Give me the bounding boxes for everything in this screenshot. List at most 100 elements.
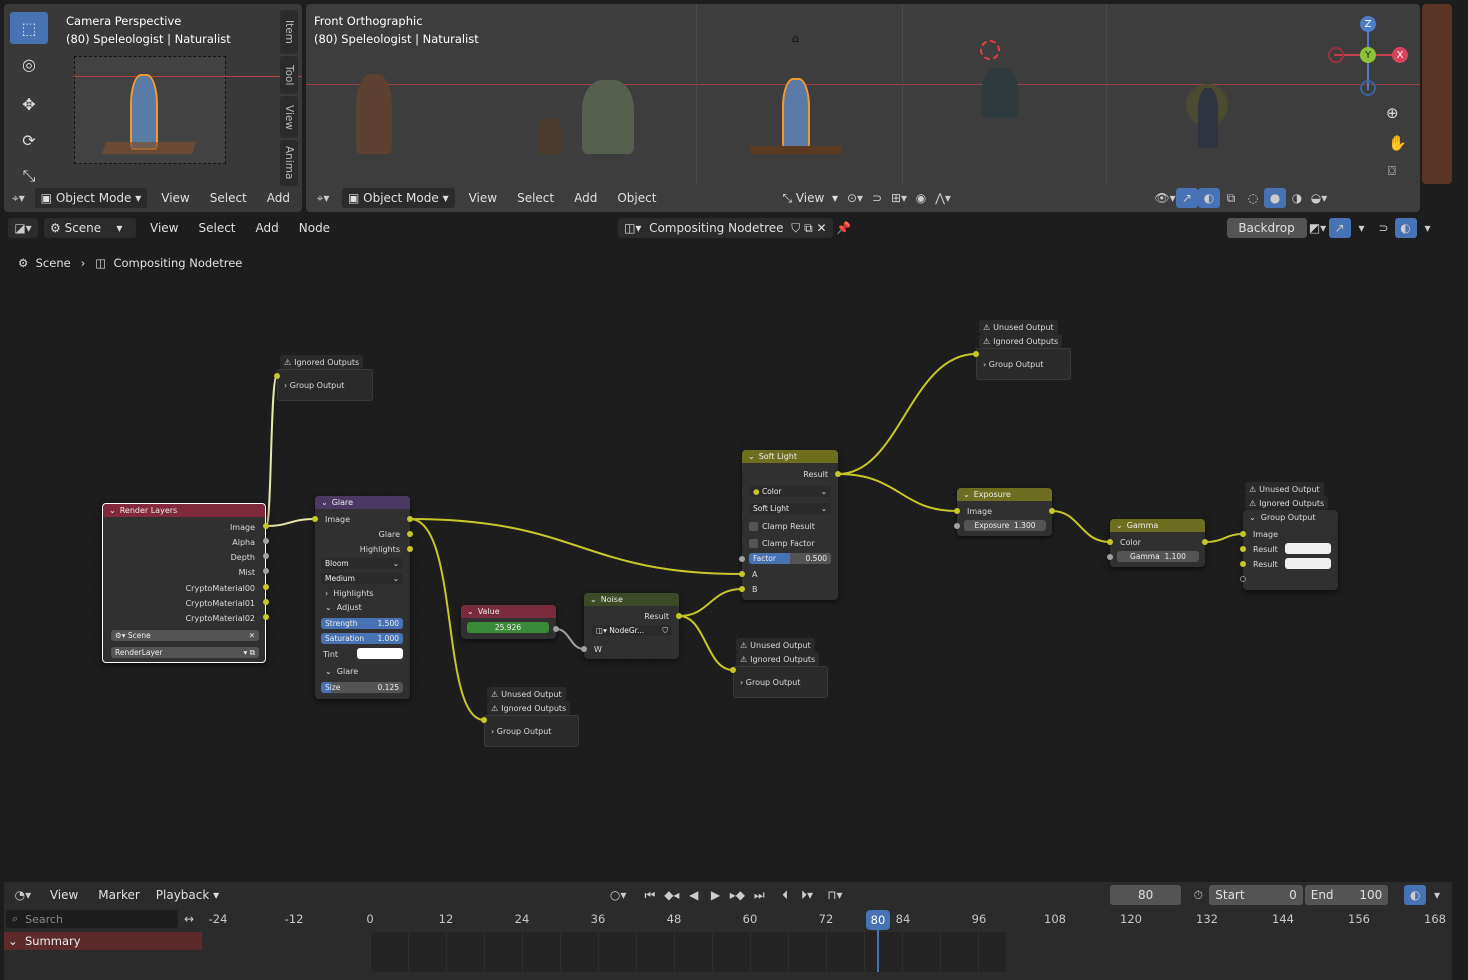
- gamma-out-socket[interactable]: [1202, 539, 1208, 545]
- rl-crypto00-socket[interactable]: [263, 584, 269, 590]
- glare-node[interactable]: ⌄ Glare Image Glare Highlights Bloom ⌄ Med…: [315, 496, 410, 699]
- render-scene-field[interactable]: ⚙▾ Scene ✕: [111, 630, 259, 641]
- noise-group-field[interactable]: ◫▾ NodeGr... ⛉: [592, 625, 672, 636]
- gamma-param-socket[interactable]: [1107, 554, 1113, 560]
- timeline-menu-playback[interactable]: Playback ▾: [149, 885, 226, 905]
- soft-light-b-socket[interactable]: [739, 586, 745, 592]
- soft-light-blend-select[interactable]: Soft Light ⌄: [749, 503, 831, 514]
- rl-image-socket[interactable]: [263, 523, 269, 529]
- soft-light-out-socket[interactable]: [835, 471, 841, 477]
- exposure-param-socket[interactable]: [954, 523, 960, 529]
- rl-crypto02-socket[interactable]: [263, 614, 269, 620]
- noise-in-w-socket[interactable]: [581, 646, 587, 652]
- soft-light-factor-socket[interactable]: [739, 556, 745, 562]
- value-field[interactable]: 25.926: [467, 622, 549, 633]
- record-icon[interactable]: ○▾: [607, 885, 629, 905]
- soft-light-a-socket[interactable]: [739, 571, 745, 577]
- glare-out-image-socket[interactable]: [407, 516, 413, 522]
- gamma-in-socket[interactable]: [1107, 539, 1113, 545]
- rl-depth-socket[interactable]: [263, 553, 269, 559]
- filter-swap-icon[interactable]: ↔: [178, 910, 200, 928]
- final-image-socket[interactable]: [1240, 531, 1246, 537]
- render-layers-node[interactable]: ⌄ Render Layers Image Alpha Depth Mist Cr…: [102, 503, 266, 663]
- group-output-node-1[interactable]: › Group Output: [277, 369, 373, 401]
- playhead[interactable]: 80: [866, 910, 890, 930]
- next-keyframe-icon[interactable]: ▸◆: [726, 885, 748, 905]
- value-header[interactable]: ⌄ Value: [461, 605, 556, 618]
- group-output-2-socket[interactable]: [481, 717, 487, 723]
- final-group-output-node[interactable]: ⌄ Group Output Image Result Result: [1243, 510, 1338, 590]
- play-reverse-icon[interactable]: ◀: [683, 885, 705, 905]
- glare-highlights-panel[interactable]: › Highlights: [315, 587, 410, 599]
- timeline-editor-icon[interactable]: ◔▾: [8, 885, 38, 905]
- glare-in-image-socket[interactable]: [312, 516, 318, 522]
- soft-light-header[interactable]: ⌄ Soft Light: [742, 450, 838, 463]
- gamma-node[interactable]: ⌄ Gamma Color Gamma 1.100: [1110, 519, 1205, 567]
- exposure-in-socket[interactable]: [954, 508, 960, 514]
- final-empty-socket[interactable]: [1240, 576, 1246, 582]
- soft-light-node[interactable]: ⌄ Soft Light Result ● Color ⌄ Soft Light ⌄ …: [742, 450, 838, 600]
- glare-quality-select[interactable]: Medium ⌄: [321, 573, 403, 584]
- rl-crypto01-socket[interactable]: [263, 599, 269, 605]
- final-result-2-socket[interactable]: [1240, 561, 1246, 567]
- timeline-menu-view[interactable]: View: [50, 888, 78, 902]
- prev-frame-icon[interactable]: ⏴: [774, 885, 796, 905]
- glare-adjust-panel[interactable]: ⌄ Adjust: [315, 601, 410, 613]
- glare-tint-swatch[interactable]: [357, 648, 403, 659]
- exposure-header[interactable]: ⌄ Exposure: [957, 488, 1052, 501]
- group-output-node-4[interactable]: › Group Output: [976, 348, 1071, 380]
- noise-node[interactable]: ⌄ Noise Result ◫▾ NodeGr... ⛉ W: [584, 593, 679, 659]
- jump-start-icon[interactable]: ⏮: [639, 885, 661, 905]
- glare-out-glare-socket[interactable]: [407, 531, 413, 537]
- clamp-factor-row[interactable]: Clamp Factor: [742, 537, 838, 549]
- value-out-socket[interactable]: [553, 626, 559, 632]
- summary-row[interactable]: ⌄ Summary: [4, 932, 202, 950]
- exposure-out-socket[interactable]: [1049, 508, 1055, 514]
- stopwatch-icon[interactable]: ⏱: [1187, 885, 1209, 905]
- glare-saturation-field[interactable]: Saturation 1.000: [321, 633, 403, 644]
- start-frame-field[interactable]: Start 0: [1209, 885, 1303, 905]
- rl-mist-socket[interactable]: [263, 568, 269, 574]
- glare-size-field[interactable]: Size 0.125: [321, 682, 403, 693]
- glare-glare-panel[interactable]: ⌄ Glare: [315, 665, 410, 677]
- noise-header[interactable]: ⌄ Noise: [584, 593, 679, 606]
- group-output-4-socket[interactable]: [973, 351, 979, 357]
- play-icon[interactable]: ▶: [705, 885, 727, 905]
- final-result-2-swatch[interactable]: [1285, 558, 1331, 569]
- final-result-1-socket[interactable]: [1240, 546, 1246, 552]
- glare-type-select[interactable]: Bloom ⌄: [321, 558, 403, 569]
- exposure-node[interactable]: ⌄ Exposure Image Exposure 1.300: [957, 488, 1052, 536]
- glare-header[interactable]: ⌄ Glare: [315, 496, 410, 509]
- end-frame-field[interactable]: End 100: [1304, 885, 1389, 905]
- rl-alpha-socket[interactable]: [263, 538, 269, 544]
- timeline-overlay-icon[interactable]: ◐: [1404, 885, 1427, 905]
- current-frame-field[interactable]: 80: [1109, 885, 1182, 905]
- final-result-1-swatch[interactable]: [1285, 543, 1331, 554]
- clamp-result-row[interactable]: Clamp Result: [742, 520, 838, 532]
- group-output-node-3[interactable]: › Group Output: [733, 666, 828, 698]
- timeline-menu-marker[interactable]: Marker: [98, 888, 139, 902]
- exposure-field[interactable]: Exposure 1.300: [964, 520, 1046, 531]
- render-layers-header[interactable]: ⌄ Render Layers: [103, 504, 265, 517]
- soft-light-factor-field[interactable]: Factor 0.500: [749, 553, 831, 564]
- scene-clear-icon[interactable]: ✕: [249, 631, 255, 640]
- soft-light-type-select[interactable]: ● Color ⌄: [749, 486, 831, 497]
- timeline-frames-region[interactable]: [370, 932, 1006, 972]
- glare-strength-field[interactable]: Strength 1.500: [321, 618, 403, 629]
- prev-keyframe-icon[interactable]: ◆◂: [661, 885, 683, 905]
- keying-icon[interactable]: ⊓▾: [824, 885, 846, 905]
- render-layer-field[interactable]: RenderLayer ▾ ⧉: [111, 647, 259, 658]
- gamma-field[interactable]: Gamma 1.100: [1117, 551, 1199, 562]
- glare-out-highlights-socket[interactable]: [407, 546, 413, 552]
- gamma-header[interactable]: ⌄ Gamma: [1110, 519, 1205, 532]
- clamp-factor-checkbox[interactable]: [749, 538, 758, 548]
- group-output-node-2[interactable]: › Group Output: [484, 715, 579, 747]
- final-group-output-header[interactable]: ⌄ Group Output: [1243, 511, 1338, 523]
- group-output-1-socket[interactable]: [274, 373, 280, 379]
- clamp-result-checkbox[interactable]: [749, 521, 758, 531]
- value-node[interactable]: ⌄ Value 25.926: [461, 605, 556, 639]
- jump-end-icon[interactable]: ⏭: [748, 885, 770, 905]
- timeline-search[interactable]: ⌕ Search: [6, 910, 178, 928]
- noise-out-socket[interactable]: [676, 613, 682, 619]
- group-output-3-socket[interactable]: [730, 667, 736, 673]
